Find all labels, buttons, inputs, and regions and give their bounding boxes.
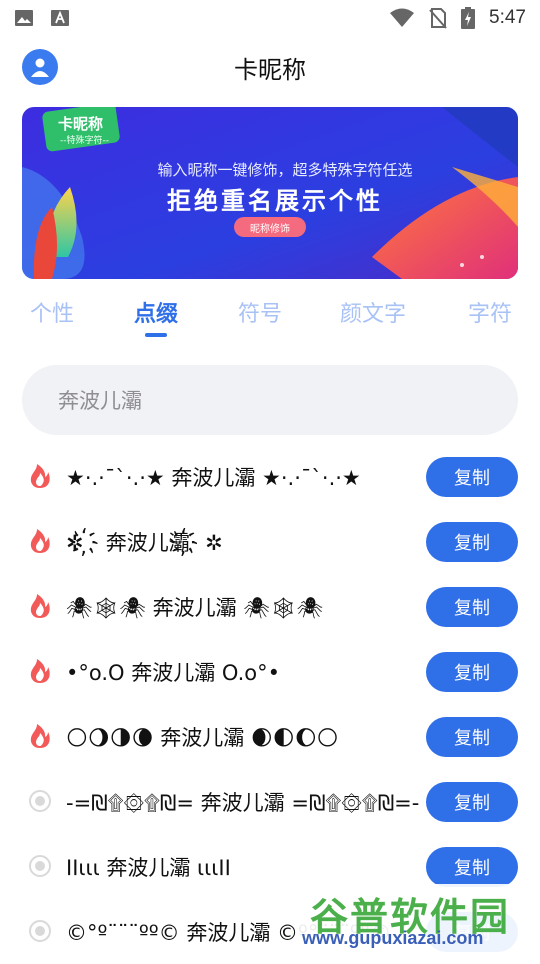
- text-a-icon: [50, 9, 70, 27]
- decorated-text: 🕷🕸🕷 奔波儿灞 🕷🕸🕷: [66, 596, 324, 620]
- watermark-url: www.gupuxiazai.com: [302, 928, 484, 948]
- decorated-text: ★·.·¯`·.·★ 奔波儿灞 ★·.·¯`·.·★: [66, 466, 361, 490]
- banner-badge-title: 卡昵称: [58, 115, 104, 133]
- tab-fuhao[interactable]: 符号: [238, 296, 282, 328]
- fire-icon: [26, 527, 54, 555]
- page-title: 卡昵称: [234, 55, 306, 84]
- fire-icon: [26, 592, 54, 620]
- decorated-text: -=₪۩۞۩₪= 奔波儿灞 =₪۩۞۩₪=-: [66, 791, 420, 815]
- decorated-text: 🌕🌖🌗🌘 奔波儿灞 🌒🌓🌔🌕: [66, 726, 339, 750]
- list-item: ✲ ҉ 奔波儿灞҉ ✲ 复制: [0, 509, 540, 574]
- image-icon: [14, 9, 34, 27]
- copy-button[interactable]: 复制: [426, 717, 518, 757]
- radio-dot-icon: [26, 852, 54, 880]
- list-item: ★·.·¯`·.·★ 奔波儿灞 ★·.·¯`·.·★ 复制: [0, 444, 540, 509]
- fire-icon: [26, 722, 54, 750]
- category-tabs: 个性 点缀 符号 颜文字 字符: [0, 296, 540, 342]
- banner-pill: 昵称修饰: [234, 217, 306, 237]
- fire-icon: [26, 657, 54, 685]
- copy-button[interactable]: 复制: [426, 652, 518, 692]
- wifi-icon: [389, 8, 415, 28]
- banner-headline: 拒绝重名展示个性: [167, 187, 383, 215]
- decorated-text: ΙΙιιι 奔波儿灞 ιιιΙΙ: [66, 856, 231, 880]
- list-item: -=₪۩۞۩₪= 奔波儿灞 =₪۩۞۩₪=- 复制: [0, 769, 540, 834]
- tab-dianzhui[interactable]: 点缀: [134, 296, 178, 328]
- copy-button[interactable]: 复制: [426, 587, 518, 627]
- copy-button[interactable]: 复制: [426, 457, 518, 497]
- fire-icon: [26, 462, 54, 490]
- decorated-text: ✲ ҉ 奔波儿灞҉ ✲: [66, 531, 223, 555]
- app-header: 卡昵称: [0, 36, 540, 98]
- tab-zifu[interactable]: 字符: [468, 296, 512, 328]
- active-tab-indicator: [145, 333, 167, 337]
- user-icon[interactable]: [22, 49, 58, 85]
- copy-button[interactable]: 复制: [426, 522, 518, 562]
- battery-charging-icon: [461, 7, 476, 29]
- list-item: 🌕🌖🌗🌘 奔波儿灞 🌒🌓🌔🌕 复制: [0, 704, 540, 769]
- banner-subtitle: 输入昵称一键修饰，超多特殊字符任选: [157, 161, 413, 179]
- status-time: 5:47: [489, 7, 526, 28]
- banner-badge-sub: --特殊字符--: [60, 136, 109, 146]
- no-sim-icon: [429, 7, 447, 29]
- list-item: •°o.O 奔波儿灞 O.o°• 复制: [0, 639, 540, 704]
- radio-dot-icon: [26, 787, 54, 815]
- list-item: 🕷🕸🕷 奔波儿灞 🕷🕸🕷 复制: [0, 574, 540, 639]
- tab-gexing[interactable]: 个性: [30, 296, 74, 328]
- decorated-text: •°o.O 奔波儿灞 O.o°•: [66, 661, 281, 685]
- radio-dot-icon: [26, 917, 54, 945]
- tab-yanwenzi[interactable]: 颜文字: [340, 296, 406, 328]
- status-bar: 5:47: [0, 0, 540, 36]
- copy-button[interactable]: 复制: [426, 847, 518, 887]
- nickname-input[interactable]: 奔波儿灞: [22, 365, 518, 435]
- copy-button[interactable]: 复制: [426, 782, 518, 822]
- promo-banner[interactable]: 卡昵称 --特殊字符-- 输入昵称一键修饰，超多特殊字符任选 拒绝重名展示个性 …: [22, 107, 518, 279]
